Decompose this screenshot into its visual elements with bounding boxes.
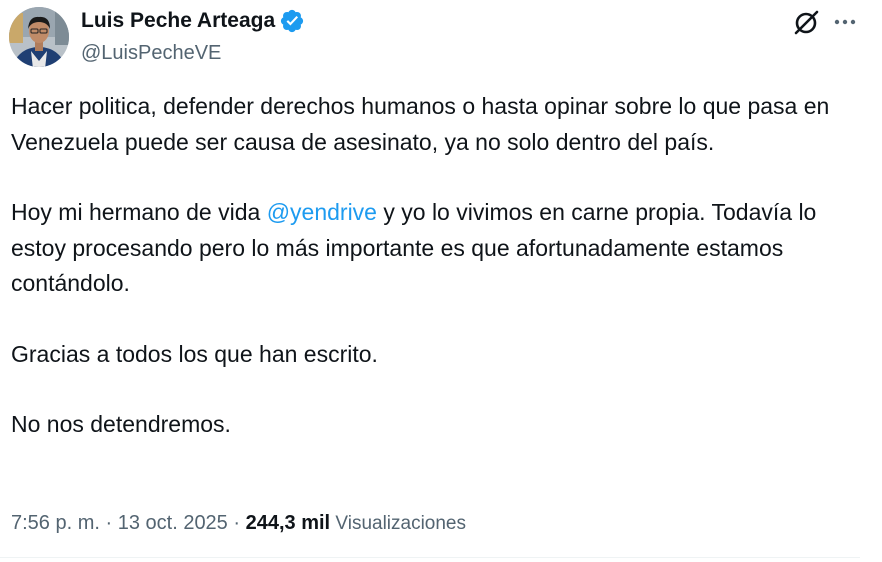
avatar-photo [9,7,69,67]
tweet-body: Hacer politica, defender derechos humano… [11,89,871,443]
tweet: Luis Peche Arteaga @LuisPecheVE Hacer po… [0,0,882,562]
separator: · [99,512,118,534]
divider [0,557,860,558]
tweet-text: Hoy mi hermano de vida [11,199,267,225]
tweet-paragraph-3: Gracias a todos los que han escrito. [11,340,378,367]
tweet-time[interactable]: 7:56 p. m. [11,512,100,534]
author-name[interactable]: Luis Peche Arteaga [81,8,305,34]
more-dots-icon[interactable] [832,9,858,35]
grok-icon[interactable] [791,8,821,38]
verified-badge-icon[interactable] [279,8,305,34]
tweet-date[interactable]: 13 oct. 2025 [118,512,228,534]
tweet-metadata: 7:56 p. m. · 13 oct. 2025 · 244,3 mil Vi… [11,510,466,537]
author-handle[interactable]: @LuisPecheVE [81,40,221,66]
views-label: Visualizaciones [330,513,467,534]
avatar[interactable] [9,7,69,67]
mention-link[interactable]: @yendrive [267,199,377,225]
tweet-paragraph-1: Hacer politica, defender derechos humano… [11,93,830,155]
views-count: 244,3 mil [245,512,331,534]
author-name-text[interactable]: Luis Peche Arteaga [81,8,275,34]
separator: · [227,512,246,534]
tweet-paragraph-4: No nos detendremos. [11,411,231,437]
tweet-paragraph-2: Hoy mi hermano de vida @yendrive y yo lo… [11,195,871,302]
